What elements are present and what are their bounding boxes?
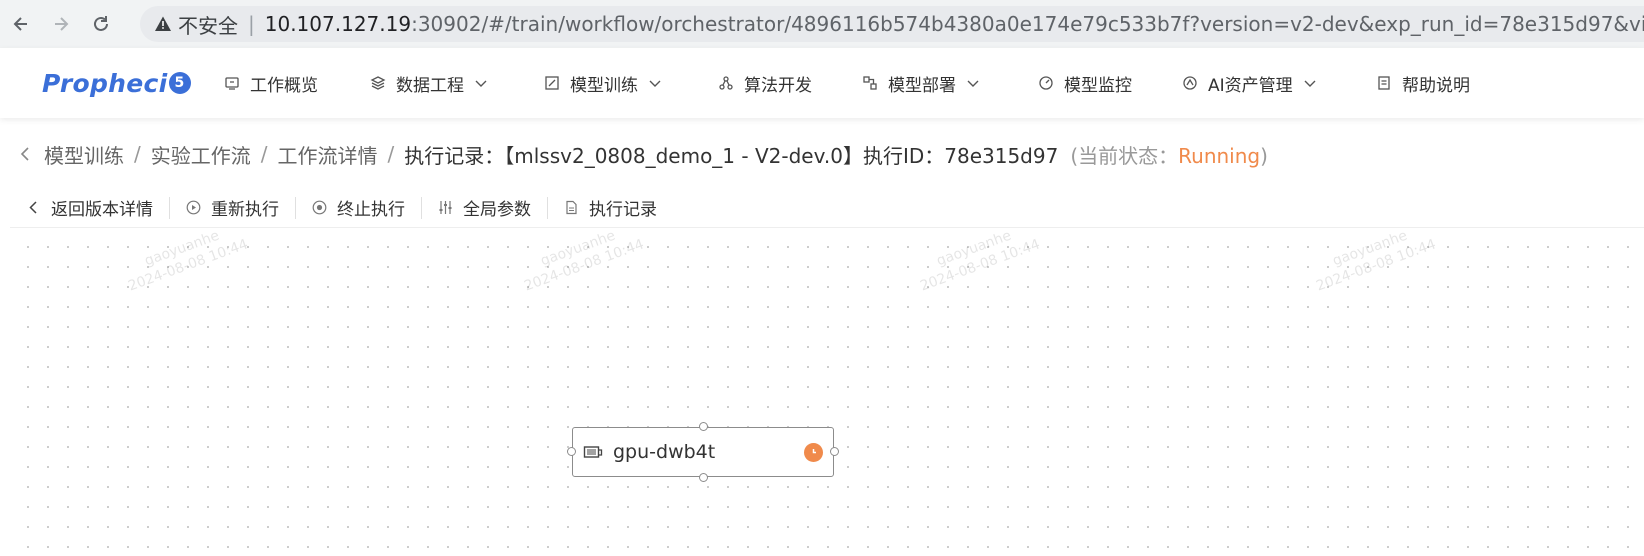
nav-label: 工作概览	[250, 75, 318, 96]
stop-label: 终止执行	[337, 200, 405, 220]
deploy-icon	[862, 75, 878, 91]
run-state: (当前状态：Running)	[1070, 140, 1268, 169]
nav-label: 帮助说明	[1402, 75, 1470, 96]
breadcrumb-item-workflow-detail[interactable]: 工作流详情	[278, 140, 378, 169]
breadcrumb: 模型训练 / 实验工作流 / 工作流详情 / 执行记录：【mlssv2_0808…	[16, 138, 1268, 170]
watermark: gaoyuanhe 2024-08-08 10:44	[126, 229, 251, 295]
nav-item-algorithm-dev[interactable]: 算法开发	[718, 48, 812, 118]
breadcrumb-separator: /	[260, 142, 268, 166]
dashboard-icon	[224, 75, 240, 91]
nav-item-model-deploy[interactable]: 模型部署	[862, 48, 980, 118]
node-port-bottom[interactable]	[699, 473, 708, 482]
nav-item-model-monitor[interactable]: 模型监控	[1038, 48, 1132, 118]
reload-icon[interactable]	[88, 11, 114, 37]
run-records-label: 执行记录	[589, 200, 657, 220]
global-params-button[interactable]: 全局参数	[422, 195, 547, 220]
training-icon	[544, 75, 560, 91]
back-to-version-button[interactable]: 返回版本详情	[10, 195, 169, 220]
run-state-prefix: (当前状态：	[1070, 143, 1179, 168]
nav-label: AI资产管理	[1208, 75, 1293, 96]
node-label: gpu-dwb4t	[613, 441, 716, 463]
stop-button[interactable]: 终止执行	[296, 195, 421, 220]
breadcrumb-item-model-training[interactable]: 模型训练	[44, 140, 124, 169]
watermark: gaoyuanhe 2024-08-08 10:44	[522, 229, 647, 295]
monitor-icon	[1038, 75, 1054, 91]
warning-triangle-icon	[155, 16, 171, 31]
nav-label: 数据工程	[396, 75, 464, 96]
document-icon	[564, 200, 579, 215]
nav-item-help[interactable]: 帮助说明	[1376, 48, 1470, 118]
chevron-down-icon	[966, 76, 980, 90]
nav-item-data-engineering[interactable]: 数据工程	[370, 48, 488, 118]
run-records-button[interactable]: 执行记录	[548, 195, 673, 220]
nav-label: 算法开发	[744, 75, 812, 96]
url-path: :30902/#/train/workflow/orchestrator/489…	[411, 12, 1644, 36]
breadcrumb-separator: /	[387, 142, 395, 166]
url-separator: |	[248, 12, 255, 36]
browser-toolbar: 不安全 | 10.107.127.19:30902/#/train/workfl…	[0, 0, 1644, 48]
nav-label: 模型训练	[570, 75, 638, 96]
node-port-right[interactable]	[830, 447, 839, 456]
url-host: 10.107.127.19	[264, 12, 412, 36]
global-params-label: 全局参数	[463, 200, 531, 220]
logo[interactable]: Propheci 5	[42, 69, 191, 98]
server-icon	[583, 444, 603, 460]
watermark: gaoyuanhe 2024-08-08 10:44	[1314, 229, 1439, 295]
layers-icon	[370, 75, 386, 91]
breadcrumb-separator: /	[134, 142, 141, 166]
clock-status-icon	[804, 443, 823, 462]
nav-item-ai-assets[interactable]: AI资产管理	[1182, 48, 1317, 118]
help-doc-icon	[1376, 75, 1392, 91]
back-to-version-label: 返回版本详情	[51, 200, 153, 220]
warning-label: 不安全	[178, 13, 238, 38]
app-header: Propheci 5 工作概览 数据工程 模型训练 算法开发 模型部署 模型监控 …	[0, 48, 1644, 118]
workflow-canvas[interactable]: gaoyuanhe 2024-08-08 10:44 gaoyuanhe 2024-…	[10, 229, 1644, 556]
node-port-left[interactable]	[567, 447, 576, 456]
chevron-down-icon	[1303, 76, 1317, 90]
play-circle-icon	[186, 200, 201, 215]
workflow-node[interactable]: gpu-dwb4t	[567, 422, 839, 482]
rerun-label: 重新执行	[211, 200, 279, 220]
back-arrow-icon[interactable]	[8, 11, 34, 37]
address-bar[interactable]: 不安全 | 10.107.127.19:30902/#/train/workfl…	[140, 6, 1644, 42]
watermark: gaoyuanhe 2024-08-08 10:44	[918, 229, 1043, 295]
logo-badge: 5	[168, 72, 191, 94]
asset-icon	[1182, 75, 1198, 91]
nav-label: 模型部署	[888, 75, 956, 96]
nav-label: 模型监控	[1064, 75, 1132, 96]
logo-text: Propheci	[42, 68, 168, 98]
chevron-left-icon	[26, 200, 41, 215]
chevron-down-icon	[474, 76, 488, 90]
back-chevron-icon[interactable]	[16, 145, 34, 163]
run-state-value: Running	[1178, 143, 1261, 168]
nav-item-model-training[interactable]: 模型训练	[544, 48, 662, 118]
rerun-button[interactable]: 重新执行	[170, 195, 295, 220]
forward-arrow-icon[interactable]	[48, 11, 74, 37]
breadcrumb-item-experiment-workflow[interactable]: 实验工作流	[151, 140, 251, 169]
nav-item-overview[interactable]: 工作概览	[224, 48, 318, 118]
chevron-down-icon	[648, 76, 662, 90]
workflow-toolbar: 返回版本详情 重新执行 终止执行 全局参数 执行记录	[10, 188, 1644, 228]
sliders-icon	[438, 200, 453, 215]
stop-circle-icon	[312, 200, 327, 215]
breadcrumb-current: 执行记录：【mlssv2_0808_demo_1 - V2-dev.0】执行ID…	[404, 143, 1059, 168]
security-warning[interactable]: 不安全	[154, 10, 238, 39]
node-port-top[interactable]	[699, 422, 708, 431]
algorithm-icon	[718, 75, 734, 91]
run-state-suffix: )	[1260, 143, 1268, 168]
